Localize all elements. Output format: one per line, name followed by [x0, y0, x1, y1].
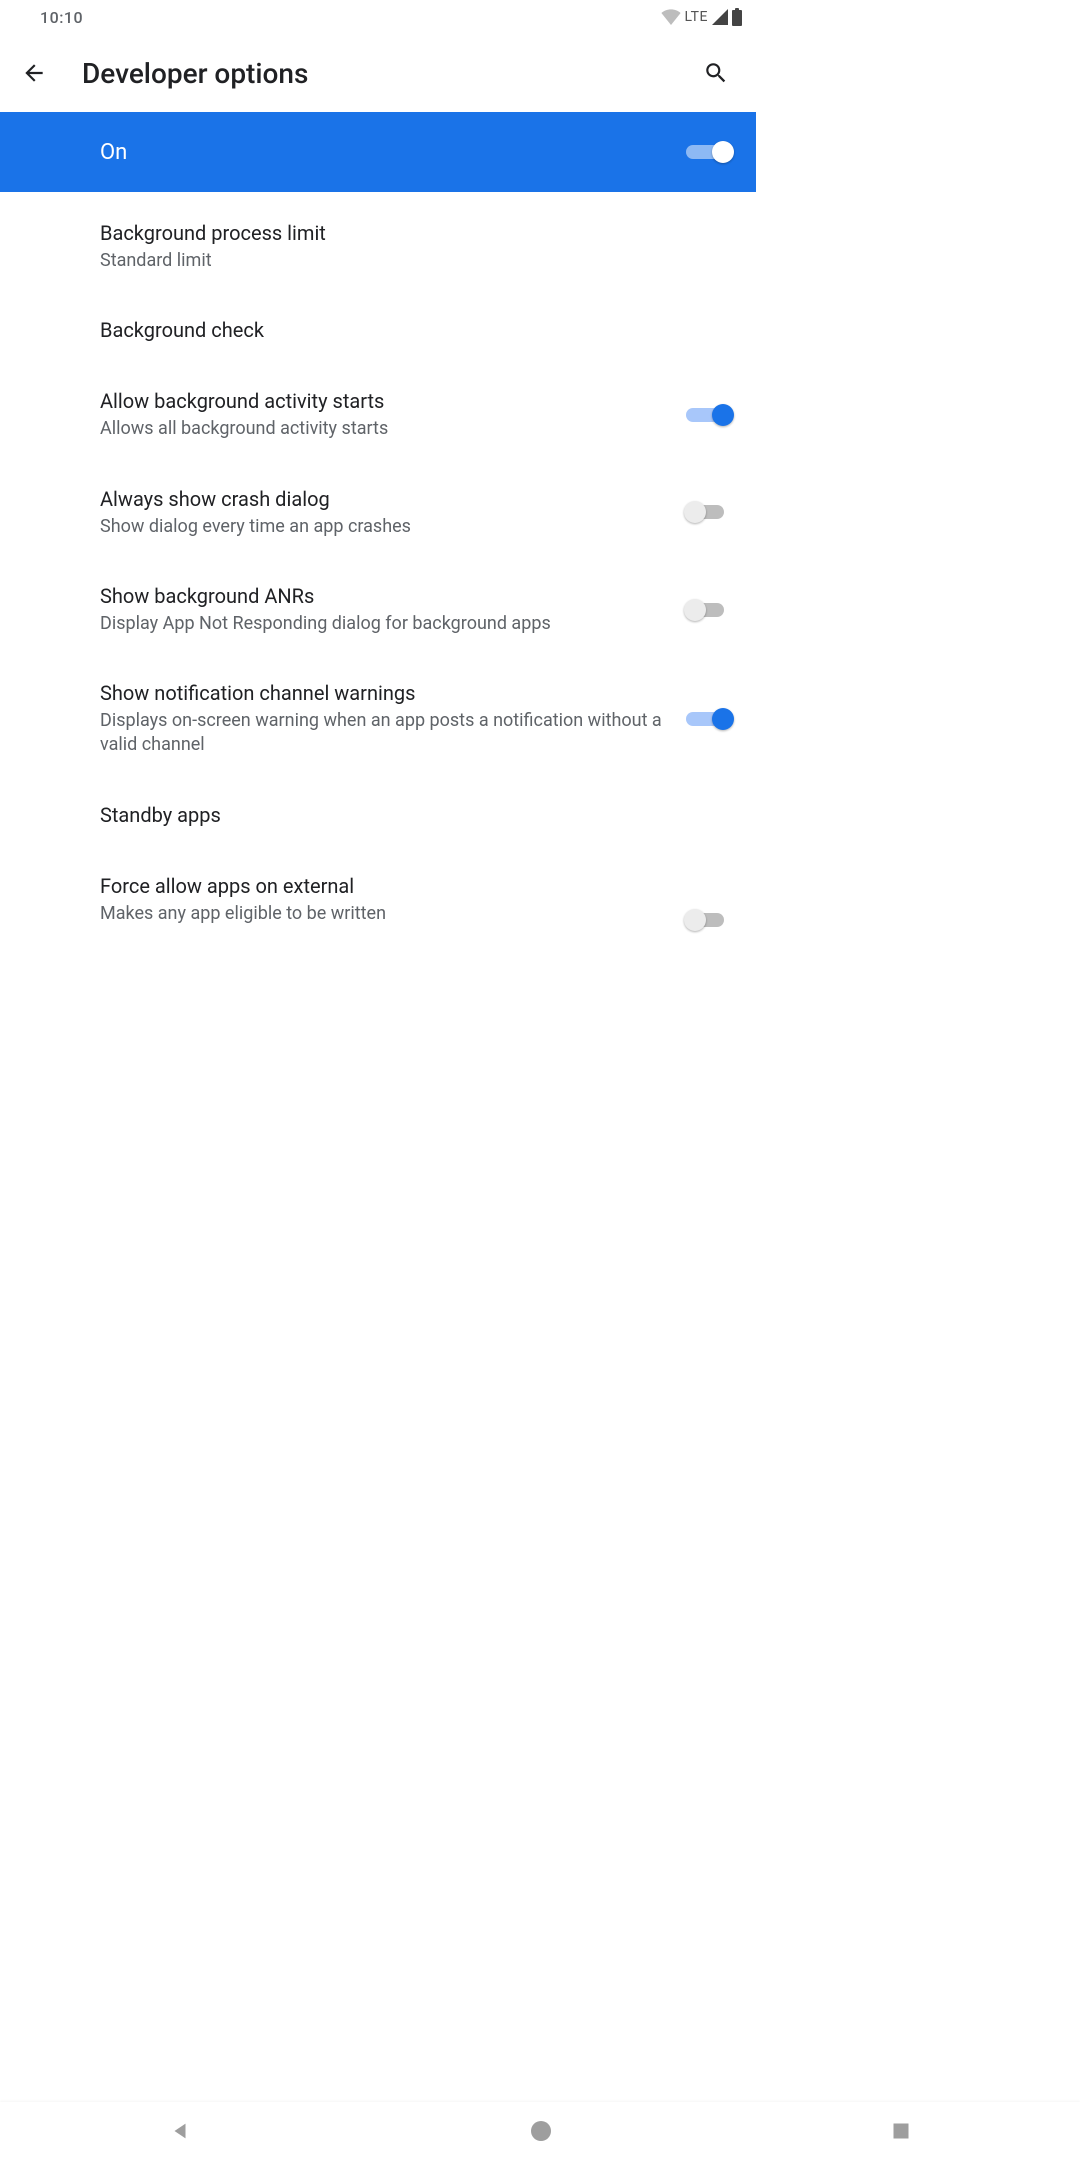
item-show-notification-channel-warnings[interactable]: Show notification channel warnings Displ… — [0, 658, 756, 780]
item-always-show-crash-dialog[interactable]: Always show crash dialog Show dialog eve… — [0, 464, 756, 561]
nav-back-button[interactable] — [169, 2120, 191, 2142]
circle-home-icon — [529, 2119, 553, 2143]
status-icons: LTE — [661, 8, 742, 26]
item-subtitle: Show dialog every time an app crashes — [100, 515, 666, 539]
toggle-force-allow-apps-on-external[interactable] — [686, 906, 732, 934]
search-button[interactable] — [696, 53, 736, 93]
cell-signal-icon — [712, 9, 728, 25]
item-title: Background process limit — [100, 220, 732, 247]
square-recents-icon — [891, 2121, 911, 2141]
toggle-show-background-anrs[interactable] — [686, 596, 732, 624]
item-title: Force allow apps on external — [100, 873, 666, 900]
app-bar: Developer options — [0, 34, 756, 112]
item-title: Always show crash dialog — [100, 486, 666, 513]
battery-icon — [732, 8, 742, 26]
network-label: LTE — [685, 9, 708, 25]
nav-home-button[interactable] — [529, 2119, 553, 2143]
wifi-icon — [661, 9, 681, 25]
item-subtitle: Allows all background activity starts — [100, 417, 666, 441]
item-allow-background-activity-starts[interactable]: Allow background activity starts Allows … — [0, 366, 756, 463]
item-subtitle: Standard limit — [100, 249, 732, 273]
nav-recents-button[interactable] — [891, 2121, 911, 2141]
toggle-show-notification-channel-warnings[interactable] — [686, 705, 732, 733]
item-show-background-anrs[interactable]: Show background ANRs Display App Not Res… — [0, 561, 756, 658]
triangle-back-icon — [169, 2120, 191, 2142]
item-title: Show background ANRs — [100, 583, 666, 610]
toggle-allow-background-activity-starts[interactable] — [686, 401, 732, 429]
item-subtitle: Display App Not Responding dialog for ba… — [100, 612, 666, 636]
item-standby-apps[interactable]: Standby apps — [0, 780, 756, 851]
master-toggle-row[interactable]: On — [0, 112, 756, 192]
item-subtitle: Displays on-screen warning when an app p… — [100, 709, 666, 758]
item-subtitle: Makes any app eligible to be written — [100, 902, 666, 926]
status-time: 10:10 — [40, 8, 83, 27]
navigation-bar — [0, 2102, 1080, 2160]
item-title: Background check — [100, 317, 732, 344]
item-title: Standby apps — [100, 802, 732, 829]
status-bar: 10:10 LTE — [0, 0, 756, 34]
arrow-back-icon — [21, 60, 47, 86]
master-toggle-label: On — [100, 140, 127, 165]
item-background-process-limit[interactable]: Background process limit Standard limit — [0, 198, 756, 295]
master-toggle-switch[interactable] — [686, 138, 732, 166]
item-title: Allow background activity starts — [100, 388, 666, 415]
item-title: Show notification channel warnings — [100, 680, 666, 707]
item-background-check[interactable]: Background check — [0, 295, 756, 366]
page-title: Developer options — [82, 57, 668, 90]
toggle-always-show-crash-dialog[interactable] — [686, 498, 732, 526]
settings-list: Background process limit Standard limit … — [0, 192, 756, 926]
item-force-allow-apps-on-external[interactable]: Force allow apps on external Makes any a… — [0, 851, 756, 926]
search-icon — [703, 60, 729, 86]
back-button[interactable] — [14, 53, 54, 93]
